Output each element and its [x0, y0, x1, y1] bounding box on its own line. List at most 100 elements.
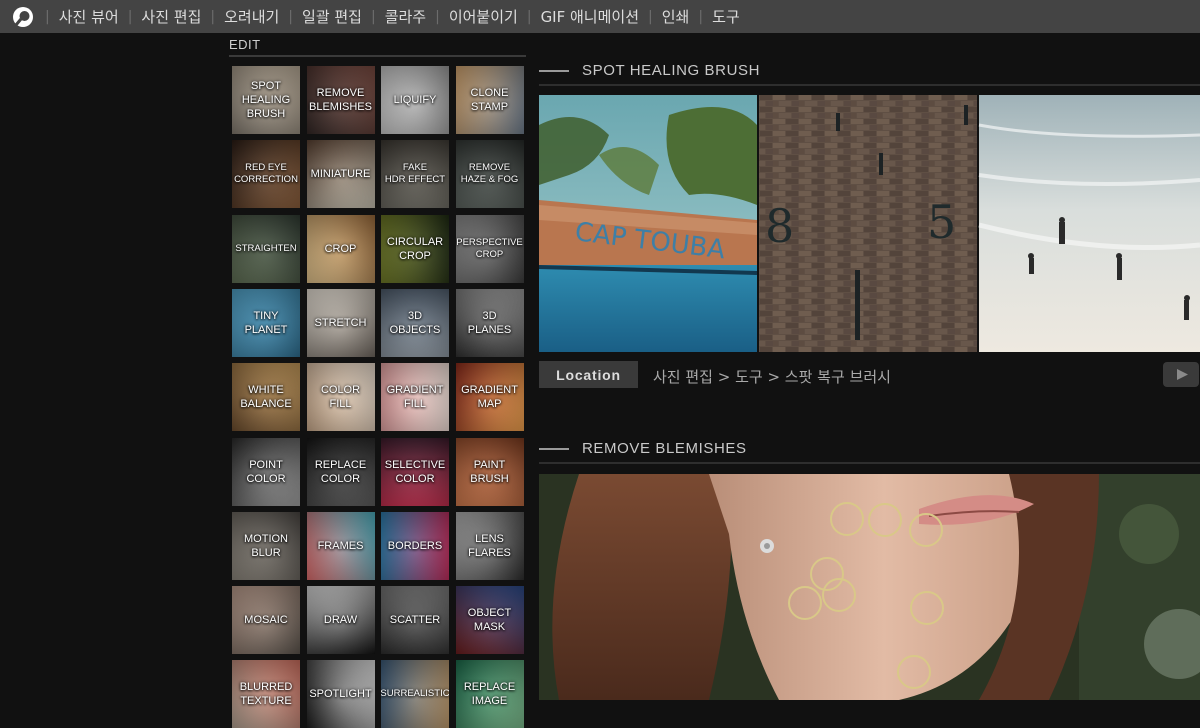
spot-healing-example-photos: CAP TOUBA 8 5 [539, 95, 1200, 352]
tool-tile-label: POINT COLOR [246, 458, 286, 485]
tool-tile-paint-brush[interactable]: PAINT BRUSH [455, 437, 524, 506]
tool-tile-red-eye[interactable]: RED EYE CORRECTION [232, 140, 300, 209]
tool-tile-color-fill[interactable]: COLOR FILL [306, 363, 375, 432]
tool-tile-label: 3D PLANES [467, 309, 512, 336]
tool-tile-draw[interactable]: DRAW [306, 586, 375, 655]
tool-tile-miniature[interactable]: MINIATURE [306, 140, 375, 209]
nav-item-9[interactable]: 도구 [712, 6, 740, 27]
tool-tile-label: REPLACE COLOR [314, 458, 367, 485]
section-divider [539, 462, 1200, 464]
tool-tile-motion-blur[interactable]: MOTION BLUR [232, 511, 300, 580]
section-title-spot-healing: SPOT HEALING BRUSH [582, 62, 761, 79]
tool-tile-label: RED EYE CORRECTION [234, 162, 298, 186]
tool-tile-label: 3D OBJECTS [389, 309, 441, 336]
tool-tile-label: COLOR FILL [320, 384, 361, 411]
nav-item-5[interactable]: 콜라주 [385, 6, 426, 27]
tool-tile-label: FAKE HDR EFFECT [384, 162, 446, 186]
nav-item-2[interactable]: 사진 편집 [141, 6, 201, 27]
tool-tile-borders[interactable]: BORDERS [381, 511, 449, 580]
nav-item-8[interactable]: 인쇄 [662, 6, 690, 27]
tool-tile-label: GRADIENT FILL [386, 384, 444, 411]
tool-tile-perspective-crop[interactable]: PERSPECTIVE CROP [455, 214, 524, 283]
nav-separator: | [210, 8, 216, 25]
tool-tile-label: CROP [324, 242, 357, 255]
location-breadcrumb: 사진 편집 > 도구 > 스팟 복구 브러시 [653, 368, 891, 386]
tool-tile-label: MOTION BLUR [244, 532, 288, 559]
tool-tile-label: GRADIENT MAP [461, 384, 518, 411]
tool-tile-label: TINY PLANET [244, 309, 288, 336]
remove-blemishes-example-photo [539, 474, 1200, 700]
section-header-remove-blemishes: REMOVE BLEMISHES [539, 440, 747, 457]
section-dash [539, 447, 569, 450]
nav-item-6[interactable]: 이어붙이기 [449, 6, 518, 27]
main-menu: | 사진 뷰어 | 사진 편집 | 오려내기 | 일괄 편집 | 콜라주 | 이어붙이기 | GIF 애니… [36, 0, 740, 33]
tool-tile-clone-stamp[interactable]: CLONE STAMP [455, 66, 524, 134]
nav-separator: | [648, 8, 653, 25]
nav-separator: | [45, 8, 50, 25]
tool-tile-point-color[interactable]: POINT COLOR [232, 437, 300, 506]
tool-tile-label: LIQUIFY [393, 94, 437, 106]
tool-tile-selective-color[interactable]: SELECTIVE COLOR [381, 437, 449, 506]
nav-separator: | [127, 8, 133, 25]
wall-number-right: 5 [927, 195, 956, 249]
tool-tile-white-balance[interactable]: WHITE BALANCE [232, 363, 300, 432]
tool-tile-label: SPOT HEALING BRUSH [241, 80, 291, 120]
tool-tile-circular-crop[interactable]: CIRCULAR CROP [381, 214, 449, 283]
tool-tile-straighten[interactable]: STRAIGHTEN [232, 214, 300, 283]
tool-tile-label: DRAW [323, 614, 358, 627]
tool-tile-scatter[interactable]: SCATTER [381, 586, 449, 655]
tool-tile-label: STRETCH [314, 316, 367, 329]
nav-item-7[interactable]: GIF 애니메이션 [541, 6, 639, 27]
tool-tile-hdr[interactable]: FAKE HDR EFFECT [381, 140, 449, 209]
tool-tile-blurred-texture[interactable]: BLURRED TEXTURE [232, 660, 300, 728]
tool-tile-replace-color[interactable]: REPLACE COLOR [306, 437, 375, 506]
tool-tile-gradient-map[interactable]: GRADIENT MAP [455, 363, 524, 432]
tool-tile-label: LENS FLARES [468, 532, 511, 559]
tool-tile-liquify[interactable]: LIQUIFY [381, 66, 449, 134]
tool-tile-label: SPOTLIGHT [309, 688, 372, 701]
nav-item-4[interactable]: 일괄 편집 [302, 6, 362, 27]
tool-tile-label: FRAMES [317, 539, 364, 552]
nav-separator: | [435, 8, 440, 25]
tool-tile-label: SCATTER [389, 614, 441, 627]
tool-tile-label: BLURRED TEXTURE [239, 681, 293, 708]
tool-tile-label: WHITE BALANCE [240, 384, 292, 411]
tool-tile-label: SURREALISTIC [381, 688, 449, 700]
nav-separator: | [370, 8, 376, 25]
tool-grid: SPOT HEALING BRUSH REMOVE BLEMISHES LIQUIF… [232, 66, 532, 728]
app-logo-icon[interactable] [12, 6, 34, 28]
play-video-button[interactable] [1163, 362, 1199, 387]
tool-tile-stretch[interactable]: STRETCH [306, 288, 375, 357]
tool-tile-surrealistic[interactable]: SURREALISTIC [381, 660, 449, 728]
tool-tile-replace-image[interactable]: REPLACE IMAGE [455, 660, 524, 728]
section-title-remove-blemishes: REMOVE BLEMISHES [582, 440, 747, 457]
tool-tile-mosaic[interactable]: MOSAIC [232, 586, 300, 655]
nav-item-1[interactable]: 사진 뷰어 [59, 6, 119, 27]
tool-tile-haze[interactable]: REMOVE HAZE & FOG [455, 140, 524, 209]
tool-tile-label: MOSAIC [244, 614, 288, 627]
tool-tile-label: STRAIGHTEN [235, 242, 297, 254]
tool-tile-label: PERSPECTIVE CROP [456, 236, 523, 260]
play-icon [1177, 369, 1188, 380]
nav-separator: | [698, 8, 704, 25]
top-nav-bar: | 사진 뷰어 | 사진 편집 | 오려내기 | 일괄 편집 | 콜라주 | 이어붙이기 | GIF 애니… [0, 0, 1200, 33]
tool-tile-frames[interactable]: FRAMES [306, 511, 375, 580]
nav-item-3[interactable]: 오려내기 [224, 6, 279, 27]
tool-tile-label: REMOVE HAZE & FOG [460, 162, 519, 186]
location-tag: Location [539, 361, 638, 388]
tool-tile-lens-flares[interactable]: LENS FLARES [455, 511, 524, 580]
tool-tile-spotlight[interactable]: SPOTLIGHT [306, 660, 375, 728]
tool-tile-gradient-fill[interactable]: GRADIENT FILL [381, 363, 449, 432]
tool-tile-object-mask[interactable]: OBJECT MASK [455, 586, 524, 655]
tool-tile-tiny-planet[interactable]: TINY PLANET [232, 288, 300, 357]
tool-tile-label: PAINT BRUSH [470, 458, 509, 485]
section-divider [539, 84, 1200, 86]
tool-tile-spot-healing[interactable]: SPOT HEALING BRUSH [232, 66, 300, 134]
nav-separator: | [526, 8, 532, 25]
tool-tile-label: REMOVE BLEMISHES [309, 87, 372, 113]
tool-tile-3d-planes[interactable]: 3D PLANES [455, 288, 524, 357]
wall-number-left: 8 [765, 199, 794, 253]
tool-tile-crop[interactable]: CROP [306, 214, 375, 283]
tool-tile-remove-blemishes[interactable]: REMOVE BLEMISHES [306, 66, 375, 134]
tool-tile-3d-objects[interactable]: 3D OBJECTS [381, 288, 449, 357]
